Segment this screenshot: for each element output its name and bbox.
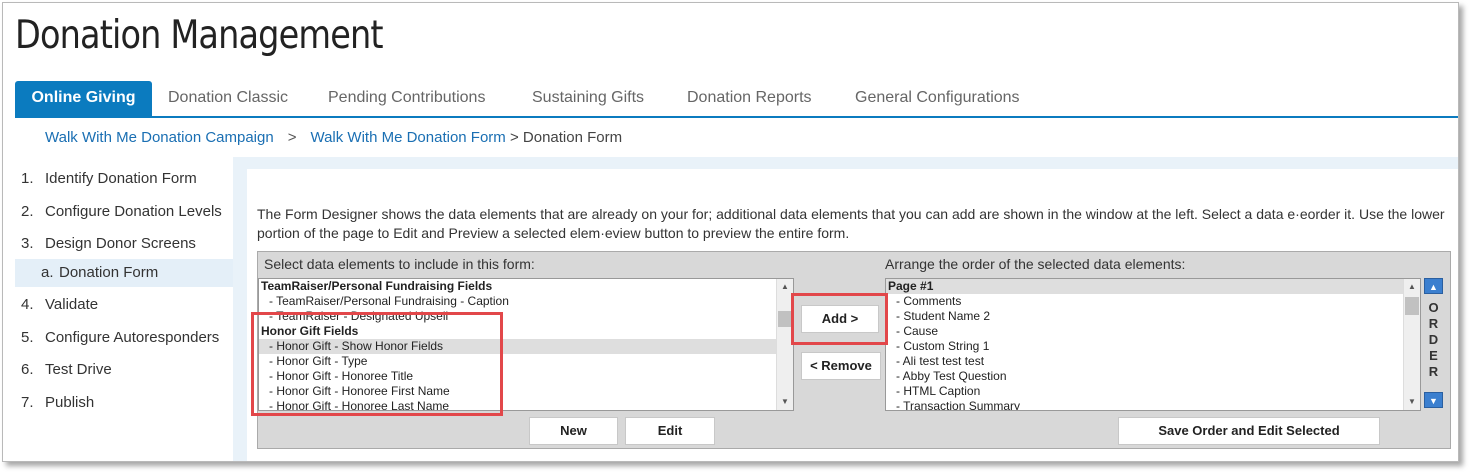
breadcrumb-campaign-link[interactable]: Walk With Me Donation Campaign (45, 129, 274, 146)
list-item-selected[interactable]: Page #1 (886, 279, 1420, 294)
available-elements-label: Select data elements to include in this … (264, 256, 535, 272)
step-publish[interactable]: 7. Publish (15, 389, 94, 417)
scroll-up-arrow-icon[interactable]: ▲ (1404, 279, 1420, 295)
breadcrumb-current: > Donation Form (509, 129, 623, 146)
list-item[interactable]: - Cause (886, 324, 1420, 339)
selected-list-scrollbar[interactable]: ▲ ▼ (1403, 279, 1420, 410)
breadcrumb-separator: > (287, 129, 297, 146)
step-number: 6. (21, 361, 34, 378)
scroll-down-arrow-icon[interactable]: ▼ (777, 394, 793, 410)
list-item[interactable]: Honor Gift Fields (259, 324, 793, 339)
list-item-selected[interactable]: - Honor Gift - Show Honor Fields (259, 339, 793, 354)
step-label: Configure Autoresponders (45, 329, 220, 346)
new-button[interactable]: New (529, 417, 618, 445)
tab-general-configurations[interactable]: General Configurations (855, 81, 1020, 117)
list-item[interactable]: TeamRaiser/Personal Fundraising Fields (259, 279, 793, 294)
tab-pending-contributions[interactable]: Pending Contributions (328, 81, 485, 117)
content-area: The Form Designer shows the data element… (247, 169, 1458, 461)
list-item[interactable]: - Abby Test Question (886, 369, 1420, 384)
order-label: O R D E R (1428, 300, 1440, 379)
list-item[interactable]: - Honor Gift - Type (259, 354, 793, 369)
move-up-icon[interactable]: ▲ (1424, 278, 1443, 294)
step-design-donor-screens[interactable]: 3. Design Donor Screens (15, 230, 196, 258)
list-item[interactable]: - Ali test test test (886, 354, 1420, 369)
edit-button[interactable]: Edit (625, 417, 715, 445)
step-number: 1. (21, 170, 34, 187)
app-window: Donation Management Online Giving Donati… (2, 2, 1459, 462)
page-title: Donation Management (15, 13, 384, 58)
step-label: Design Donor Screens (45, 235, 196, 252)
list-item[interactable]: - Comments (886, 294, 1420, 309)
step-label: Test Drive (45, 361, 112, 378)
available-list-scrollbar[interactable]: ▲ ▼ (776, 279, 793, 410)
step-number: 4. (21, 296, 34, 313)
tab-donation-classic[interactable]: Donation Classic (168, 81, 288, 117)
form-designer-description: The Form Designer shows the data element… (257, 206, 1445, 241)
list-item[interactable]: - Honor Gift - Honoree Title (259, 369, 793, 384)
step-number: 7. (21, 394, 34, 411)
tab-underline (15, 116, 1458, 118)
save-order-edit-button[interactable]: Save Order and Edit Selected (1118, 417, 1380, 445)
step-validate[interactable]: 4. Validate (15, 291, 98, 319)
step-label: Identify Donation Form (45, 170, 197, 187)
step-label: Configure Donation Levels (45, 203, 222, 220)
breadcrumb: Walk With Me Donation Campaign > Walk With… (45, 129, 622, 146)
step-number: 3. (21, 235, 34, 252)
step-donation-form[interactable]: a. Donation Form (15, 259, 233, 287)
content-panel: The Form Designer shows the data element… (233, 157, 1458, 461)
tab-donation-reports[interactable]: Donation Reports (687, 81, 812, 117)
list-item[interactable]: - Student Name 2 (886, 309, 1420, 324)
list-item[interactable]: - Custom String 1 (886, 339, 1420, 354)
scrollbar-thumb[interactable] (778, 311, 792, 327)
list-item[interactable]: - Transaction Summary (886, 399, 1420, 410)
step-number: 2. (21, 203, 34, 220)
tab-online-giving[interactable]: Online Giving (15, 81, 152, 117)
list-item[interactable]: - Honor Gift - Honoree Last Name (259, 399, 793, 410)
step-test-drive[interactable]: 6. Test Drive (15, 356, 112, 384)
selected-elements-list[interactable]: Page #1 - Comments - Student Name 2 - Ca… (885, 278, 1421, 411)
step-label: Donation Form (59, 264, 159, 281)
scroll-down-arrow-icon[interactable]: ▼ (1404, 394, 1420, 410)
breadcrumb-form-link[interactable]: Walk With Me Donation Form (310, 129, 505, 146)
add-button[interactable]: Add > (801, 305, 879, 333)
step-configure-donation-levels[interactable]: 2. Configure Donation Levels (15, 198, 222, 226)
list-item[interactable]: - TeamRaiser - Designated Upsell (259, 309, 793, 324)
list-item[interactable]: - TeamRaiser/Personal Fundraising - Capt… (259, 294, 793, 309)
step-label: Validate (45, 296, 99, 313)
move-down-icon[interactable]: ▼ (1424, 392, 1443, 408)
step-label: Publish (45, 394, 95, 411)
step-number: a. (41, 264, 54, 281)
order-controls: ▲ O R D E R ▼ (1422, 278, 1446, 410)
scrollbar-thumb[interactable] (1405, 297, 1419, 315)
tab-sustaining-gifts[interactable]: Sustaining Gifts (532, 81, 644, 117)
form-designer: Select data elements to include in this … (257, 251, 1451, 449)
step-number: 5. (21, 329, 34, 346)
list-item[interactable]: - HTML Caption (886, 384, 1420, 399)
tab-bar: Online Giving Donation Classic Pending C… (3, 81, 1458, 118)
step-identify-donation-form[interactable]: 1. Identify Donation Form (15, 165, 197, 193)
available-elements-list[interactable]: TeamRaiser/Personal Fundraising Fields -… (258, 278, 794, 411)
remove-button[interactable]: < Remove (801, 352, 881, 380)
step-configure-autoresponders[interactable]: 5. Configure Autoresponders (15, 324, 219, 352)
scroll-up-arrow-icon[interactable]: ▲ (777, 279, 793, 295)
list-item[interactable]: - Honor Gift - Honoree First Name (259, 384, 793, 399)
selected-elements-label: Arrange the order of the selected data e… (885, 256, 1186, 272)
